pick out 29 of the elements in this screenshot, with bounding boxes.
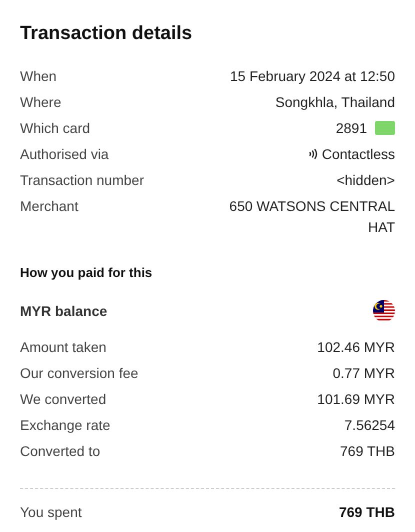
detail-label: Where xyxy=(20,92,62,112)
card-number: 2891 xyxy=(336,118,367,138)
section-heading: How you paid for this xyxy=(20,264,154,282)
payment-label: Exchange rate xyxy=(20,416,110,435)
payment-value: 0.77 MYR xyxy=(332,364,395,382)
detail-value: Songkhla, Thailand xyxy=(275,92,395,112)
detail-label: When xyxy=(20,66,57,86)
payment-label: Converted to xyxy=(20,442,100,460)
detail-value: 650 WATSONS CENTRAL HAT xyxy=(228,196,395,236)
detail-value: <hidden> xyxy=(336,170,395,190)
detail-label: Authorised via xyxy=(20,144,109,164)
payment-value: 102.46 MYR xyxy=(317,338,395,356)
malaysia-flag-icon xyxy=(373,300,395,322)
page-title: Transaction details xyxy=(20,22,194,46)
detail-label: Which card xyxy=(20,118,90,138)
contactless-text: Contactless xyxy=(322,144,395,164)
detail-value: 15 February 2024 at 12:50 xyxy=(230,66,395,86)
payment-value: 769 THB xyxy=(340,442,395,460)
total-value: 769 THB xyxy=(338,502,395,522)
payment-label: We converted xyxy=(20,390,106,408)
balance-name: MYR balance xyxy=(20,302,108,320)
detail-label: Transaction number xyxy=(20,170,144,190)
payment-label: Our conversion fee xyxy=(20,364,138,382)
total-label: You spent xyxy=(20,502,82,522)
payment-value: 7.56254 xyxy=(344,416,395,434)
detail-label: Merchant xyxy=(20,196,78,216)
contactless-icon xyxy=(308,148,318,160)
payment-label: Amount taken xyxy=(20,338,106,356)
payment-value: 101.69 MYR xyxy=(317,390,395,408)
